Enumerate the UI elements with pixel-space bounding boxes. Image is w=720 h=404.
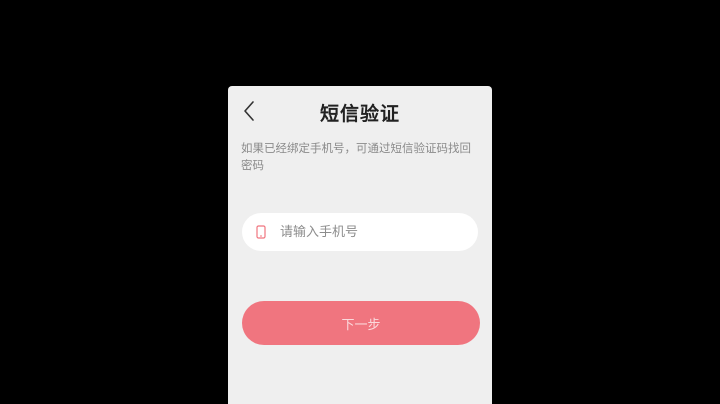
phone-input[interactable] bbox=[278, 223, 462, 241]
phone-field[interactable] bbox=[242, 213, 478, 251]
page-title: 短信验证 bbox=[319, 103, 400, 125]
header: 短信验证 bbox=[228, 86, 492, 136]
sms-verification-panel: 短信验证 如果已经绑定手机号，可通过短信验证码找回密码 下一步 bbox=[228, 86, 492, 404]
hint-text: 如果已经绑定手机号，可通过短信验证码找回密码 bbox=[241, 141, 471, 172]
next-button[interactable]: 下一步 bbox=[242, 301, 480, 345]
screen: 短信验证 如果已经绑定手机号，可通过短信验证码找回密码 下一步 bbox=[0, 0, 720, 404]
phone-icon bbox=[256, 225, 266, 239]
